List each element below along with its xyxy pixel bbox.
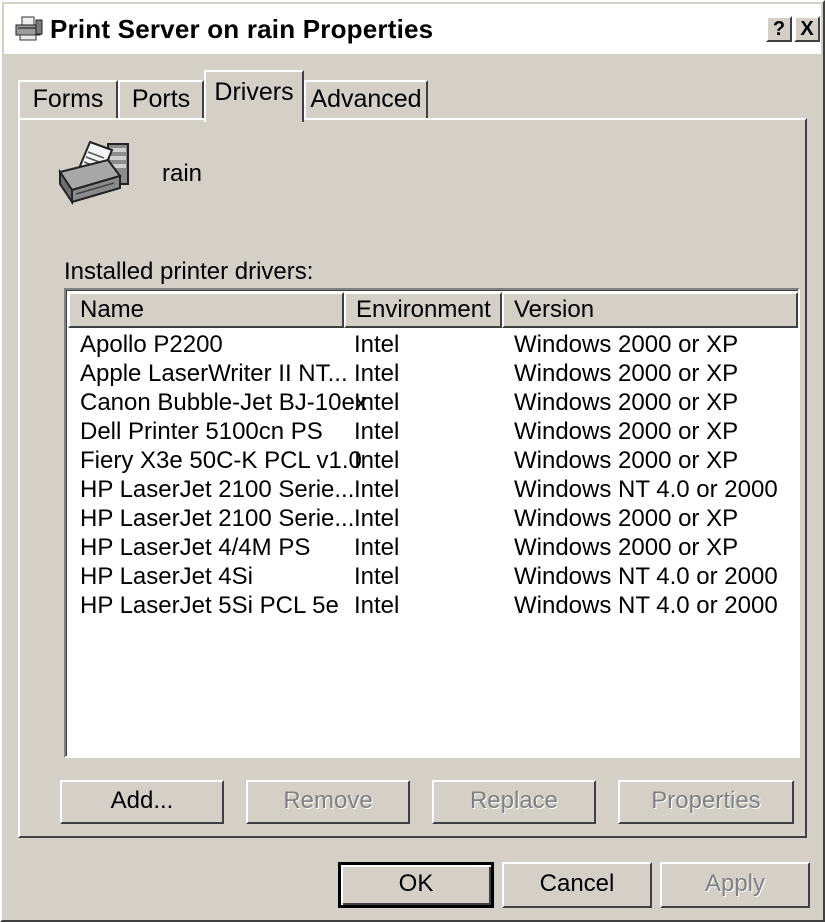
- properties-button[interactable]: Properties: [618, 780, 794, 824]
- driver-environment: Intel: [354, 563, 400, 590]
- table-row[interactable]: HP LaserJet 4Si Intel Windows NT 4.0 or 20…: [68, 562, 798, 591]
- table-row[interactable]: Canon Bubble-Jet BJ-10ex Intel Windows 200…: [68, 388, 798, 417]
- driver-name: HP LaserJet 4/4M PS: [80, 534, 311, 561]
- table-row[interactable]: Dell Printer 5100cn PS Intel Windows 2000 …: [68, 417, 798, 446]
- driver-version: Windows 2000 or XP: [514, 360, 739, 387]
- column-header-name[interactable]: Name: [68, 292, 344, 328]
- tab-ports[interactable]: Ports: [118, 80, 204, 118]
- driver-environment: Intel: [354, 534, 400, 561]
- table-row[interactable]: Apollo P2200 Intel Windows 2000 or XP: [68, 330, 798, 359]
- table-row[interactable]: Fiery X3e 50C-K PCL v1.0 Intel Windows 200…: [68, 446, 798, 475]
- printer-icon: [58, 140, 129, 206]
- driver-environment: Intel: [354, 592, 400, 619]
- help-button[interactable]: ?: [766, 16, 792, 42]
- properties-dialog: Print Server on rain Properties ? X Form…: [0, 0, 825, 922]
- table-row[interactable]: HP LaserJet 2100 Serie... Intel Windows 20…: [68, 504, 798, 533]
- column-header-version[interactable]: Version: [502, 292, 798, 328]
- window-title: Print Server on rain Properties: [50, 14, 434, 44]
- close-button[interactable]: X: [794, 16, 820, 42]
- driver-name: Fiery X3e 50C-K PCL v1.0: [80, 447, 362, 474]
- add-button[interactable]: Add...: [60, 780, 224, 824]
- driver-environment: Intel: [354, 447, 400, 474]
- driver-environment: Intel: [354, 331, 400, 358]
- tab-advanced[interactable]: Advanced: [304, 80, 428, 118]
- driver-name: Canon Bubble-Jet BJ-10ex: [80, 389, 367, 416]
- tab-forms[interactable]: Forms: [18, 80, 118, 118]
- apply-button[interactable]: Apply: [660, 862, 810, 908]
- driver-environment: Intel: [354, 360, 400, 387]
- drivers-list[interactable]: Name Environment Version Apollo P2200 Int…: [64, 288, 800, 758]
- replace-button[interactable]: Replace: [432, 780, 596, 824]
- driver-name: Apple LaserWriter II NT...: [80, 360, 348, 387]
- driver-version: Windows NT 4.0 or 2000: [514, 563, 778, 590]
- driver-version: Windows 2000 or XP: [514, 534, 739, 561]
- driver-name: Apollo P2200: [80, 331, 223, 358]
- column-header-environment[interactable]: Environment: [344, 292, 502, 328]
- driver-version: Windows NT 4.0 or 2000: [514, 476, 778, 503]
- tab-drivers[interactable]: Drivers: [204, 70, 304, 122]
- driver-version: Windows 2000 or XP: [514, 418, 739, 445]
- drivers-tab-panel: rain Installed printer drivers: Name Env…: [18, 118, 807, 838]
- driver-name: HP LaserJet 4Si: [80, 563, 253, 590]
- driver-name: HP LaserJet 2100 Serie...: [80, 476, 355, 503]
- driver-environment: Intel: [354, 389, 400, 416]
- table-row[interactable]: Apple LaserWriter II NT... Intel Windows 2…: [68, 359, 798, 388]
- printer-server-icon: [15, 16, 43, 41]
- title-bar[interactable]: Print Server on rain Properties ? X: [4, 4, 821, 54]
- driver-environment: Intel: [354, 505, 400, 532]
- driver-version: Windows NT 4.0 or 2000: [514, 592, 778, 619]
- table-row[interactable]: HP LaserJet 2100 Serie... Intel Windows NT…: [68, 475, 798, 504]
- driver-name: HP LaserJet 2100 Serie...: [80, 505, 355, 532]
- driver-version: Windows 2000 or XP: [514, 505, 739, 532]
- driver-version: Windows 2000 or XP: [514, 331, 739, 358]
- list-header: Name Environment Version: [68, 292, 798, 328]
- driver-name: Dell Printer 5100cn PS: [80, 418, 323, 445]
- table-row[interactable]: HP LaserJet 5Si PCL 5e Intel Windows NT 4.…: [68, 591, 798, 620]
- cancel-button[interactable]: Cancel: [502, 862, 652, 908]
- driver-version: Windows 2000 or XP: [514, 389, 739, 416]
- installed-drivers-label: Installed printer drivers:: [64, 258, 314, 285]
- ok-button[interactable]: OK: [338, 862, 494, 908]
- driver-version: Windows 2000 or XP: [514, 447, 739, 474]
- driver-environment: Intel: [354, 476, 400, 503]
- driver-environment: Intel: [354, 418, 400, 445]
- server-name: rain: [162, 160, 203, 187]
- list-rows: Apollo P2200 Intel Windows 2000 or XP Appl…: [68, 330, 798, 620]
- remove-button[interactable]: Remove: [246, 780, 410, 824]
- table-row[interactable]: HP LaserJet 4/4M PS Intel Windows 2000 or …: [68, 533, 798, 562]
- driver-name: HP LaserJet 5Si PCL 5e: [80, 592, 339, 619]
